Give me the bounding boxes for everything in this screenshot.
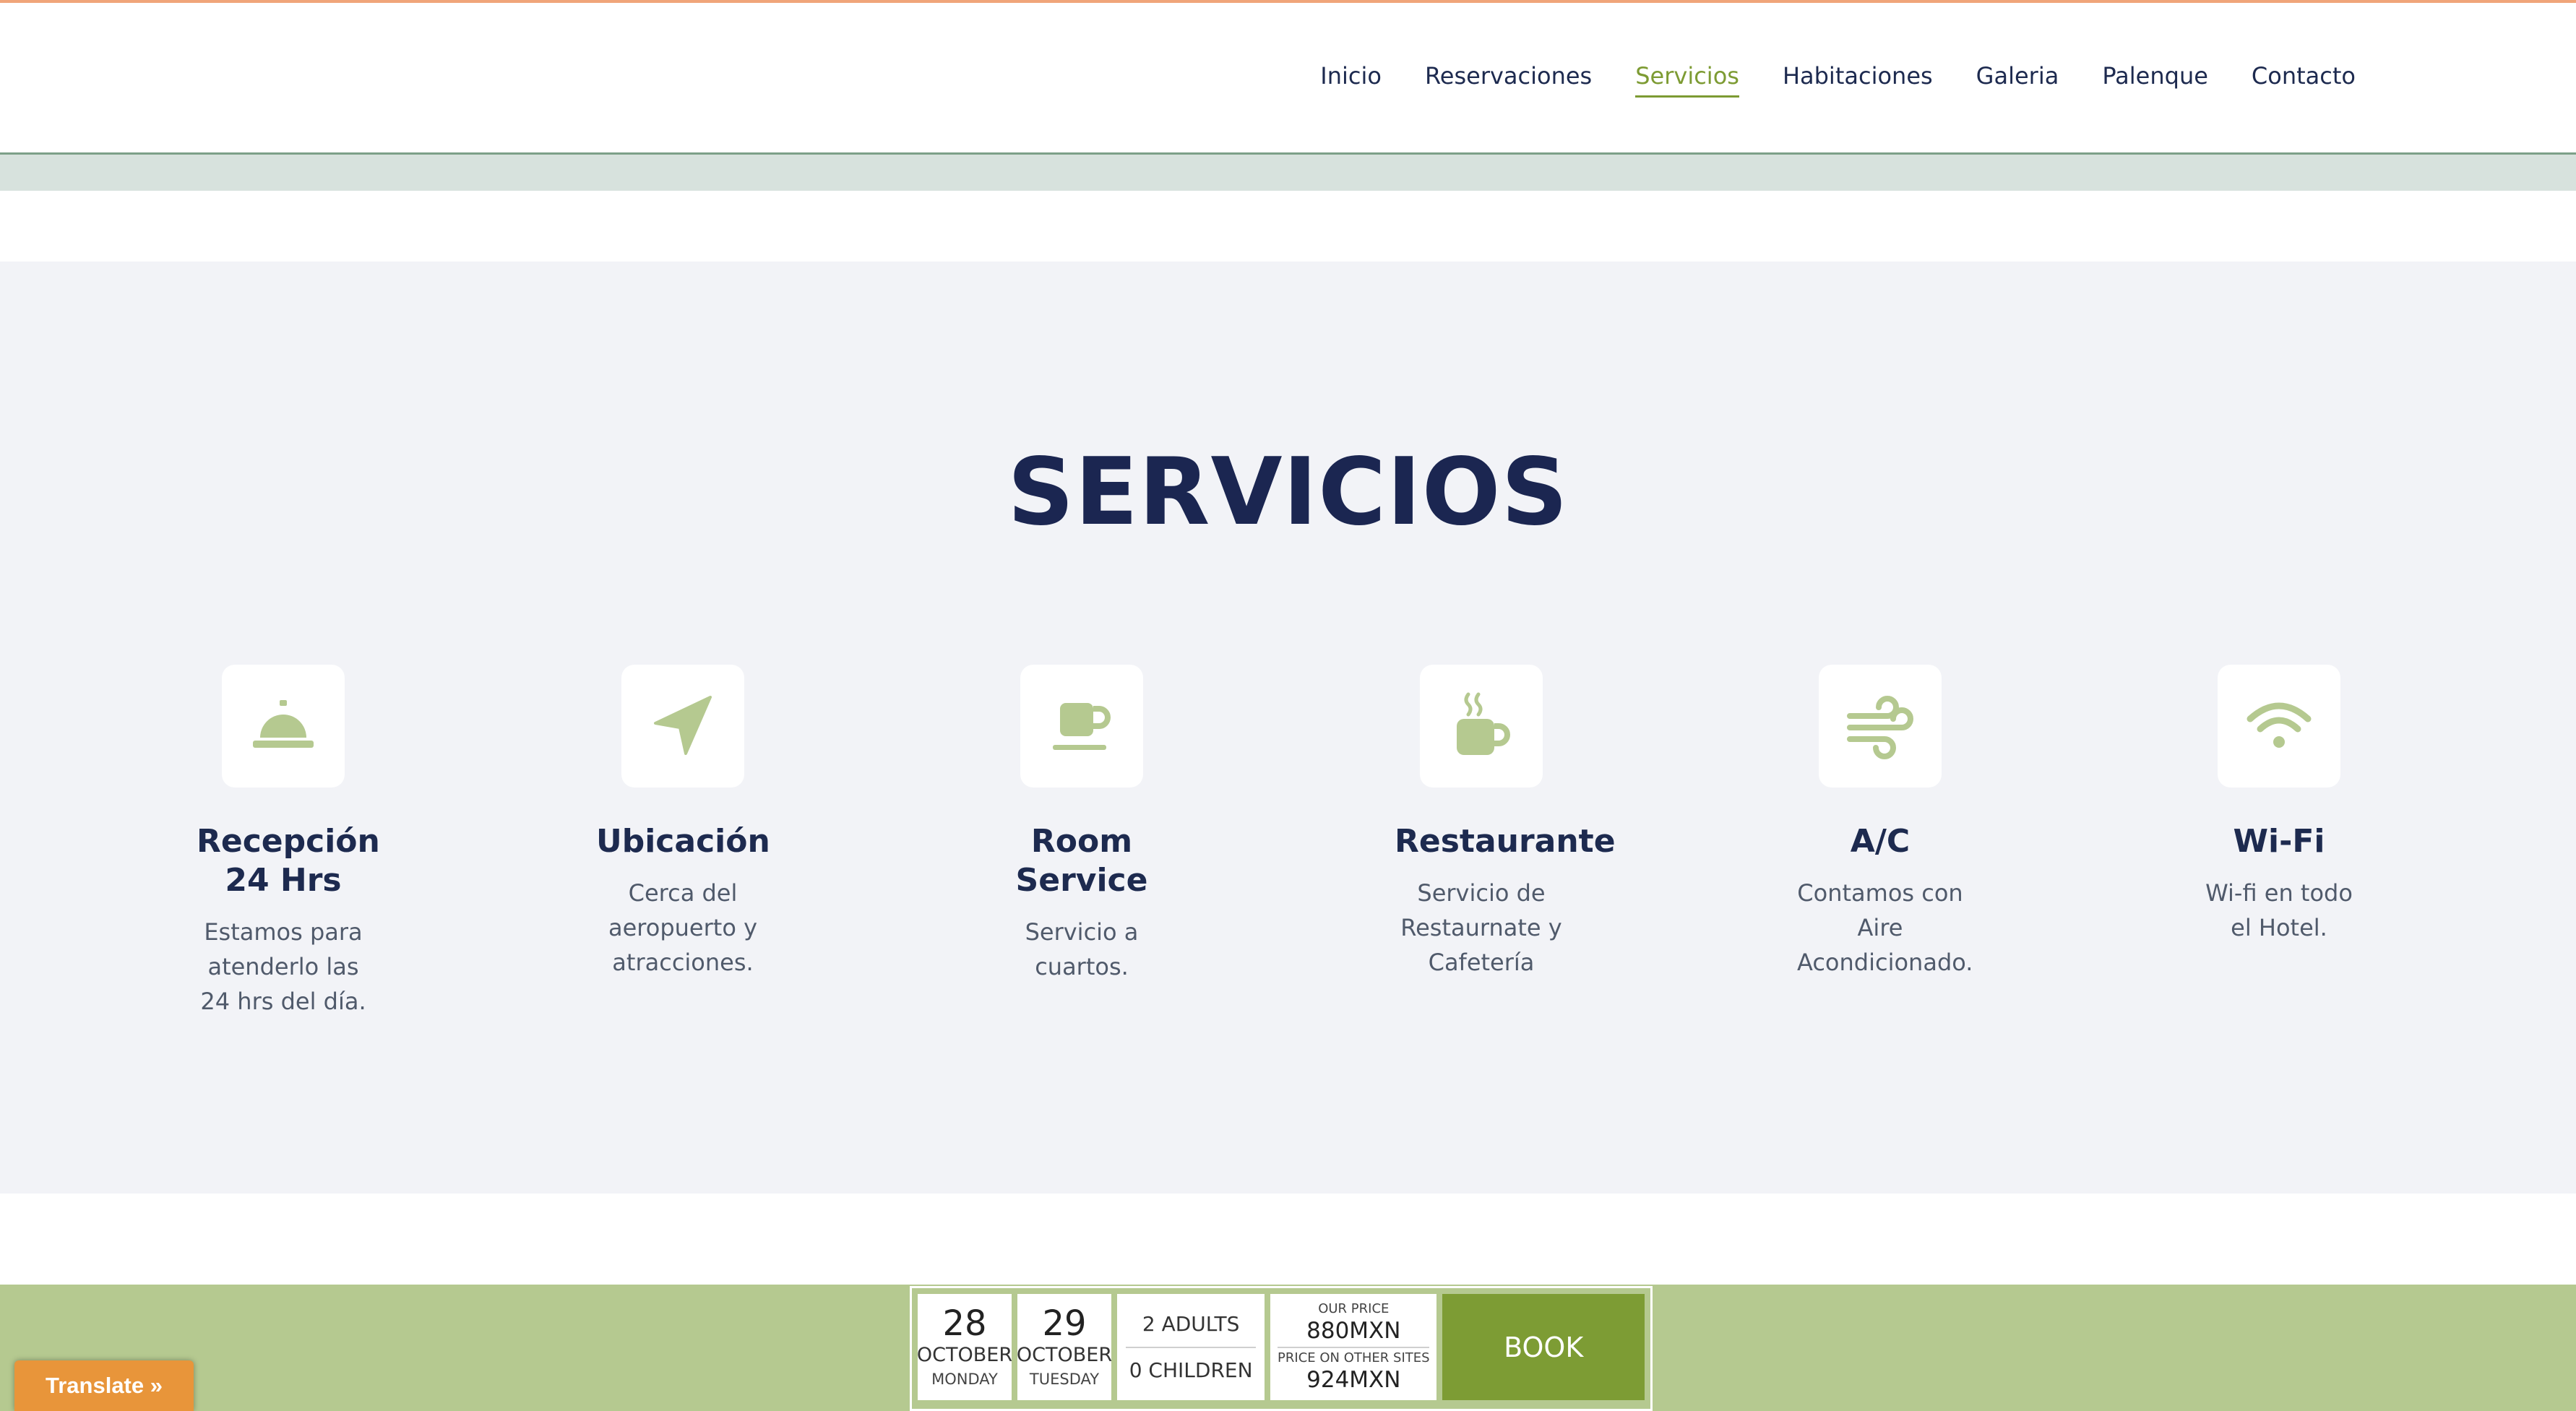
book-button[interactable]: BOOK [1442, 1294, 1645, 1400]
wifi-icon [2247, 702, 2312, 748]
service-card-room-service: Room Service Servicio a cuartos. [937, 665, 1226, 984]
nav-item-habitaciones[interactable]: Habitaciones [1783, 62, 1933, 98]
service-icon-box [2218, 665, 2340, 788]
other-price-label: PRICE ON OTHER SITES [1278, 1350, 1430, 1365]
concierge-bell-icon [253, 700, 314, 748]
service-icon-box [1420, 665, 1543, 788]
service-title: Wi-Fi [2233, 823, 2325, 860]
checkout-month: OCTOBER [1016, 1343, 1113, 1366]
services-title: SERVICIOS [1007, 439, 1569, 546]
service-title: Restaurante [1395, 823, 1616, 860]
service-icon-box [222, 665, 345, 788]
booking-widget: 28 OCTOBER MONDAY 29 OCTOBER TUESDAY 2 A… [910, 1286, 1653, 1411]
main-nav: Inicio Reservaciones Servicios Habitacio… [1277, 62, 2356, 98]
service-icon-box [1819, 665, 1942, 788]
checkin-day: 28 [942, 1303, 987, 1344]
service-description: Cerca del aeropuerto y atracciones. [608, 879, 757, 976]
other-price-value: 924MXN [1306, 1366, 1401, 1393]
service-title: A/C [1850, 823, 1911, 860]
nav-item-reservaciones[interactable]: Reservaciones [1425, 62, 1592, 98]
service-card-restaurant: Restaurante Servicio de Restaurnate y Ca… [1337, 665, 1626, 980]
service-title: Ubicación [596, 823, 770, 860]
service-title: Room Service [1015, 823, 1148, 899]
header-band [0, 155, 2576, 191]
service-card-location: Ubicación Cerca del aeropuerto y atracci… [538, 665, 827, 980]
service-description: Estamos para atenderlo las 24 hrs del dí… [200, 918, 366, 1015]
price-comparison: OUR PRICE 880MXN PRICE ON OTHER SITES 92… [1270, 1294, 1437, 1400]
service-card-ac: A/C Contamos con Aire Acondicionado. [1736, 665, 2025, 980]
adults-count[interactable]: 2 ADULTS [1142, 1302, 1240, 1347]
checkout-date[interactable]: 29 OCTOBER TUESDAY [1016, 1294, 1113, 1400]
price-divider [1278, 1346, 1430, 1348]
site-header: Inicio Reservaciones Servicios Habitacio… [0, 3, 2576, 155]
translate-button[interactable]: Translate » [14, 1360, 194, 1411]
service-description: Servicio de Restaurnate y Cafetería [1400, 879, 1562, 976]
nav-item-servicios[interactable]: Servicios [1635, 62, 1739, 98]
nav-item-inicio[interactable]: Inicio [1320, 62, 1382, 98]
service-description: Servicio a cuartos. [1025, 918, 1139, 980]
service-card-wifi: Wi-Fi Wi-fi en todo el Hotel. [2135, 665, 2424, 945]
service-icon-box [621, 665, 744, 788]
nav-item-palenque[interactable]: Palenque [2102, 62, 2208, 98]
checkout-day: 29 [1042, 1303, 1087, 1344]
service-description: Wi-fi en todo el Hotel. [2205, 879, 2353, 941]
our-price-label: OUR PRICE [1318, 1300, 1390, 1316]
service-title: Recepción 24 Hrs [197, 823, 380, 899]
checkin-month: OCTOBER [916, 1343, 1013, 1366]
our-price-value: 880MXN [1306, 1317, 1401, 1344]
service-icon-box [1020, 665, 1143, 788]
coffee-cup-icon [1053, 703, 1111, 750]
checkin-date[interactable]: 28 OCTOBER MONDAY [916, 1294, 1013, 1400]
hot-mug-icon [1457, 692, 1510, 755]
nav-item-galeria[interactable]: Galeria [1976, 62, 2059, 98]
children-count[interactable]: 0 CHILDREN [1129, 1348, 1253, 1393]
nav-item-contacto[interactable]: Contacto [2252, 62, 2356, 98]
service-card-reception: Recepción 24 Hrs Estamos para atenderlo … [139, 665, 428, 1019]
checkin-weekday: MONDAY [931, 1370, 998, 1388]
guests-selector[interactable]: 2 ADULTS 0 CHILDREN [1117, 1294, 1265, 1400]
location-arrow-icon [654, 696, 712, 755]
wind-icon [1847, 696, 1913, 759]
service-description: Contamos con Aire Acondicionado. [1797, 879, 1973, 976]
checkout-weekday: TUESDAY [1029, 1370, 1100, 1388]
services-section: SERVICIOS Recepción 24 Hrs Estamos para … [0, 262, 2576, 1194]
